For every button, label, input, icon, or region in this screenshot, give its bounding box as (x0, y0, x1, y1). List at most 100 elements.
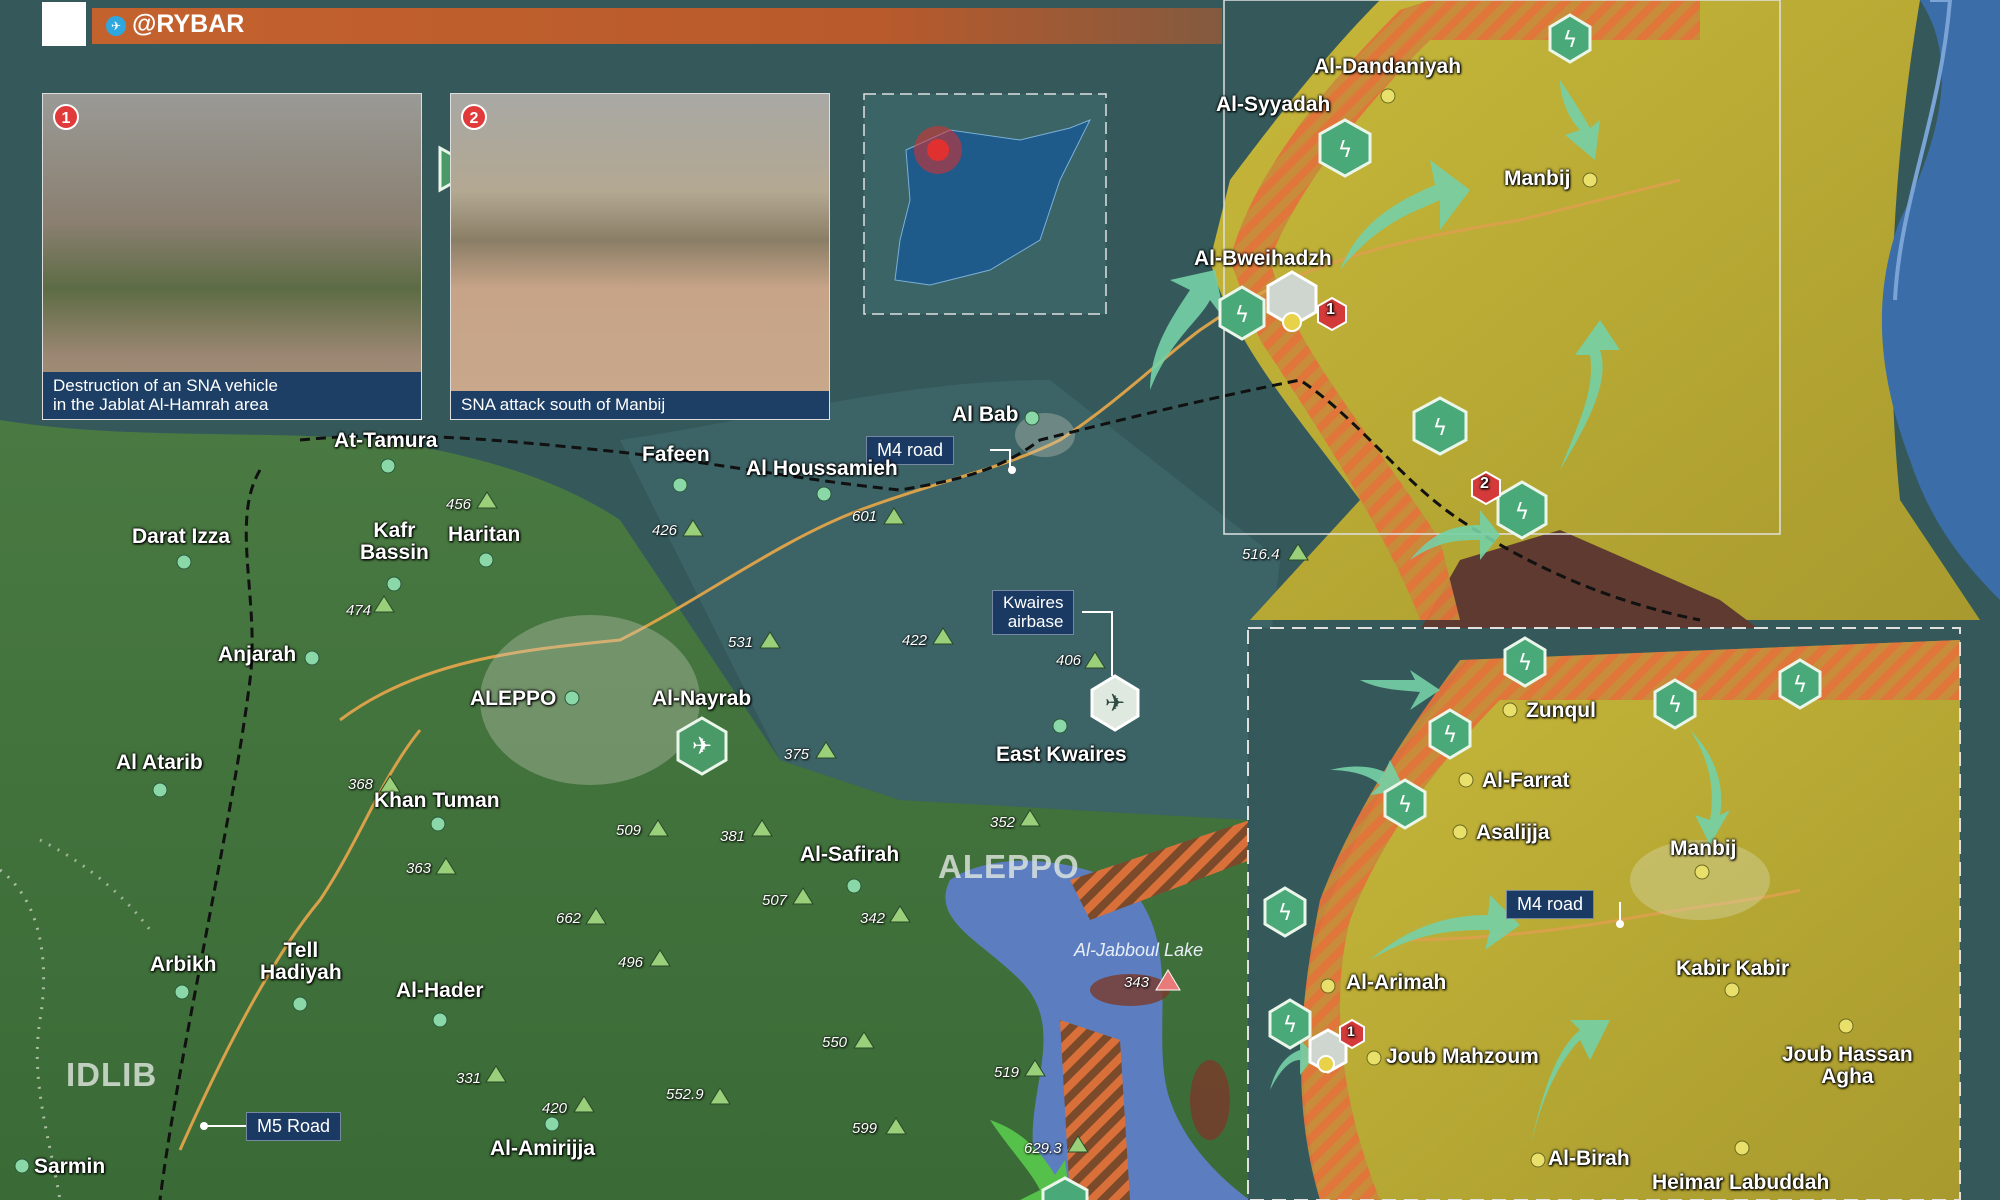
photo-card-1[interactable]: 1 Destruction of an SNA vehicle in the J… (42, 93, 422, 420)
elevation-label: 363 (406, 860, 432, 877)
event-number: 1 (1326, 301, 1335, 318)
settlement-label: Al-Farrat (1482, 769, 1570, 792)
elevation-label: 381 (720, 828, 746, 845)
settlement-label: Al-Dandaniyah (1314, 55, 1462, 78)
elevation-label: 420 (542, 1100, 568, 1117)
svg-text:ϟ: ϟ (1398, 793, 1413, 818)
svg-text:ϟ: ϟ (1433, 416, 1448, 441)
svg-text:ϟ: ϟ (1443, 723, 1458, 748)
brand-label: @RYBAR (132, 10, 245, 38)
map-canvas[interactable]: ϟϟϟ ϟϟϟ ϟϟϟ ϟϟϟ ✈ ✈ ✈ @RYBAR 1 Destructi… (0, 0, 2000, 1200)
settlement-label: Al-Bweihadzh (1194, 247, 1332, 270)
elevation-label: 507 (762, 892, 788, 909)
settlement-label: Al-Nayrab (652, 687, 752, 710)
settlement-label: Al-Birah (1548, 1147, 1630, 1170)
settlement-label: Manbij (1670, 837, 1737, 860)
photo-number: 1 (53, 104, 79, 130)
settlement-label: Zunqul (1526, 699, 1596, 722)
manbij-inset (1247, 627, 1961, 1200)
airbase-label: Kwaires airbase (992, 590, 1075, 636)
settlement-label: Al-Safirah (800, 843, 900, 866)
svg-text:ϟ: ϟ (1278, 901, 1293, 926)
settlement-label: Sarmin (34, 1155, 106, 1178)
label-line: Agha (1821, 1065, 1874, 1089)
road-label: M4 road (1506, 890, 1595, 919)
photo-caption: Destruction of an SNA vehicle in the Jab… (43, 371, 421, 419)
settlement-label: Kafr Bassin (360, 519, 429, 565)
caption-line: in the Jablat Al-Hamrah area (53, 395, 269, 415)
settlement-label: ALEPPO (470, 687, 557, 710)
settlement-label: Joub Hassan Agha (1782, 1043, 1913, 1089)
elevation-label: 599 (852, 1120, 878, 1137)
label-line: Joub Hassan (1782, 1043, 1913, 1066)
settlement-label: Al-Arimah (1346, 971, 1447, 994)
elevation-label: 368 (348, 776, 374, 793)
elevation-label: 519 (994, 1064, 1020, 1081)
elevation-label: 509 (616, 822, 642, 839)
caption-line: Destruction of an SNA vehicle (53, 375, 278, 395)
settlement-label: Asalijja (1476, 821, 1550, 844)
settlement-label: Al Atarib (116, 751, 203, 774)
elevation-label: 550 (822, 1034, 848, 1051)
svg-text:ϟ: ϟ (1283, 1013, 1298, 1038)
label-line: Kafr (373, 519, 416, 542)
elevation-label: 662 (556, 910, 582, 927)
svg-text:ϟ: ϟ (1793, 673, 1808, 698)
elevation-label: 474 (346, 602, 372, 619)
elevation-label: 629.3 (1024, 1140, 1062, 1157)
settlement-label: Al-Hader (396, 979, 484, 1002)
svg-text:✈: ✈ (1105, 689, 1125, 717)
settlement-label: Kabir Kabir (1676, 957, 1790, 980)
header-bar (92, 8, 1222, 44)
settlement-label: Al-Amirijja (490, 1137, 596, 1160)
label-line: Bassin (360, 541, 429, 565)
telegram-icon: ✈ (106, 16, 126, 36)
svg-text:ϟ: ϟ (1563, 28, 1578, 53)
airbase-line: airbase (1007, 611, 1064, 631)
settlement-label: Anjarah (218, 643, 297, 666)
settlement-label: Arbikh (150, 953, 217, 976)
svg-text:ϟ: ϟ (1338, 138, 1353, 163)
settlement-label: Fafeen (642, 443, 710, 466)
elevation-label: 601 (852, 508, 878, 525)
photo-number: 2 (461, 104, 487, 130)
elevation-label: 496 (618, 954, 644, 971)
elevation-label: 406 (1056, 652, 1082, 669)
region-label: ALEPPO (938, 848, 1080, 885)
event-number: 1 (1347, 1023, 1355, 1039)
svg-text:ϟ: ϟ (1235, 303, 1250, 328)
svg-text:ϟ: ϟ (1668, 693, 1683, 718)
elevation-label: 343 (1124, 974, 1150, 991)
settlement-label: Haritan (448, 523, 521, 546)
settlement-label: Al Houssamieh (746, 457, 898, 480)
settlement-label: Al Bab (952, 403, 1019, 426)
label-line: Hadiyah (260, 961, 342, 985)
lake-label: Al-Jabboul Lake (1074, 940, 1204, 960)
elevation-label: 422 (902, 632, 928, 649)
settlement-label: Darat Izza (132, 525, 231, 548)
qr-code[interactable] (42, 2, 86, 46)
settlement-label: Heimar Labuddah (1652, 1171, 1830, 1194)
settlement-label: At-Tamura (334, 429, 438, 452)
settlement-label: Joub Mahzoum (1386, 1045, 1539, 1068)
photo-card-2[interactable]: 2 SNA attack south of Manbij (450, 93, 830, 420)
airbase-line: Kwaires (1003, 593, 1064, 612)
region-label: IDLIB (66, 1056, 158, 1093)
elevation-label: 456 (446, 496, 472, 513)
settlement-label: Tell Hadiyah (260, 939, 342, 985)
road-label: M5 Road (246, 1112, 342, 1141)
svg-text:✈: ✈ (692, 732, 712, 760)
elevation-label: 331 (456, 1070, 482, 1087)
photo-caption: SNA attack south of Manbij (451, 391, 829, 419)
elevation-label: 516.4 (1242, 546, 1280, 563)
caption-line: SNA attack south of Manbij (461, 395, 666, 415)
settlement-label: Al-Syyadah (1216, 93, 1331, 116)
settlement-label: Manbij (1504, 167, 1571, 190)
elevation-label: 531 (728, 634, 754, 651)
settlement-label: Khan Tuman (374, 789, 500, 812)
svg-text:ϟ: ϟ (1515, 500, 1530, 525)
event-number: 2 (1480, 475, 1489, 492)
label-line: Tell (283, 939, 319, 962)
elevation-label: 342 (860, 910, 886, 927)
settlement-label: East Kwaires (996, 743, 1127, 766)
